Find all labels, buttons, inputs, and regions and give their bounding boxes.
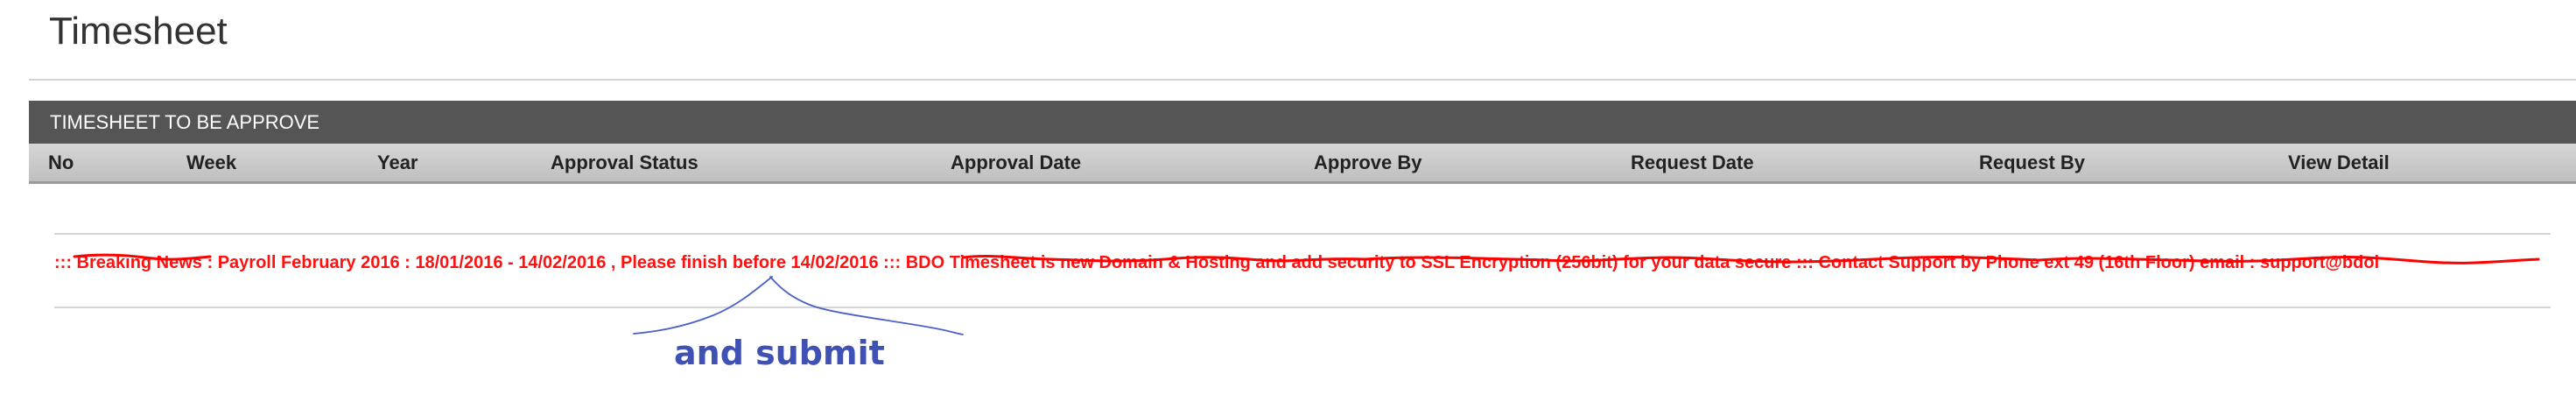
column-header-approve-by[interactable]: Approve By [1314, 144, 1421, 182]
news-bottom-divider [54, 307, 2551, 308]
callout-left-stroke [633, 276, 773, 335]
column-header-request-by[interactable]: Request By [1979, 144, 2085, 182]
news-ticker: ::: Breaking News : Payroll February 201… [54, 245, 2551, 280]
column-header-approval-date[interactable]: Approval Date [951, 144, 1081, 182]
news-top-divider [54, 233, 2551, 235]
title-divider [29, 79, 2576, 81]
panel-header: TIMESHEET TO BE APPROVE [29, 101, 2576, 144]
table-header-row: No Week Year Approval Status Approval Da… [29, 144, 2576, 184]
column-header-week[interactable]: Week [186, 144, 236, 182]
callout-right-stroke [769, 276, 964, 335]
column-header-view-detail[interactable]: View Detail [2288, 144, 2390, 182]
column-header-no[interactable]: No [48, 144, 74, 182]
annotation-overlay [73, 253, 2540, 335]
blue-callout-marker [633, 276, 964, 335]
annotation-label: and submit [674, 334, 885, 372]
column-header-request-date[interactable]: Request Date [1631, 144, 1754, 182]
news-ticker-text: ::: Breaking News : Payroll February 201… [54, 253, 2380, 272]
column-header-year[interactable]: Year [377, 144, 418, 182]
page-title: Timesheet [49, 10, 228, 53]
column-header-approval-status[interactable]: Approval Status [551, 144, 698, 182]
